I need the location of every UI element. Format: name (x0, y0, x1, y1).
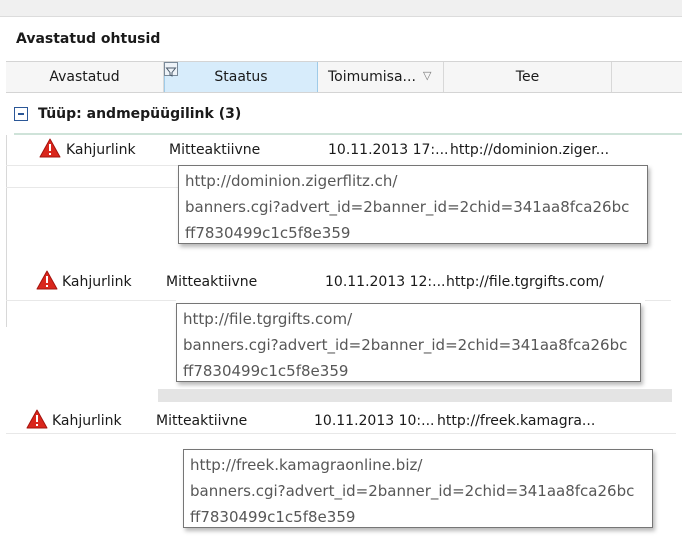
row-path[interactable]: http://freek.kamagra... (437, 413, 595, 429)
tooltip-line: banners.cgi?advert_id=2banner_id=2chid=3… (190, 482, 635, 500)
column-header-staatus[interactable]: Staatus (164, 62, 318, 92)
tooltip-line: ff7830499c1c5f8e359 (185, 224, 351, 242)
group-separator (14, 133, 682, 135)
row-status: Mitteaktiivne (156, 413, 248, 429)
row-time: 10.11.2013 12:... (325, 274, 446, 290)
row-separator (6, 187, 182, 188)
warning-icon (26, 409, 48, 429)
scroll-area-fragment (158, 389, 672, 402)
row-separator (6, 165, 182, 166)
row-type: Kahjurlink (62, 274, 132, 290)
row-time: 10.11.2013 10:... (314, 413, 435, 429)
row-type: Kahjurlink (66, 142, 136, 158)
tooltip-line: http://freek.kamagraonline.biz/ (190, 456, 423, 474)
tooltip-line: banners.cgi?advert_id=2banner_id=2chid=3… (183, 336, 628, 354)
tooltip-line: http://file.tgrgifts.com/ (183, 310, 353, 328)
path-tooltip: http://dominion.zigerflitz.ch/ banners.c… (178, 165, 648, 244)
row-separator (6, 433, 676, 434)
group-label: Tüüp: andmepüügilink (3) (38, 106, 242, 122)
path-tooltip: http://file.tgrgifts.com/ banners.cgi?ad… (176, 303, 641, 382)
collapse-minus-icon[interactable] (14, 107, 28, 121)
row-separator (6, 300, 176, 301)
row-path[interactable]: http://dominion.ziger... (450, 142, 609, 158)
grid-left-border (6, 135, 7, 327)
column-header-tee[interactable]: Tee (444, 62, 612, 92)
column-header-empty (612, 62, 682, 92)
tooltip-line: http://dominion.zigerflitz.ch/ (185, 172, 398, 190)
tooltip-line: banners.cgi?advert_id=2banner_id=2chid=3… (185, 198, 630, 216)
column-header-avastatud[interactable]: Avastatud (6, 62, 164, 92)
row-status: Mitteaktiivne (166, 274, 258, 290)
row-status: Mitteaktiivne (169, 142, 261, 158)
row-type: Kahjurlink (52, 413, 122, 429)
row-separator (645, 300, 671, 301)
column-header-row: Avastatud Staatus Toimumisa... Tee (6, 61, 682, 93)
top-toolbar-strip (0, 0, 682, 17)
warning-icon (39, 138, 61, 158)
row-time: 10.11.2013 17:... (328, 142, 449, 158)
warning-icon (36, 270, 58, 290)
tooltip-line: ff7830499c1c5f8e359 (190, 508, 356, 526)
tooltip-line: ff7830499c1c5f8e359 (183, 362, 349, 380)
panel-title: Avastatud ohtusid (16, 31, 161, 47)
path-tooltip: http://freek.kamagraonline.biz/ banners.… (183, 449, 653, 528)
sort-desc-icon: ▽ (423, 69, 432, 82)
filter-icon[interactable] (164, 62, 178, 77)
row-path[interactable]: http://file.tgrgifts.com/ (446, 274, 604, 290)
